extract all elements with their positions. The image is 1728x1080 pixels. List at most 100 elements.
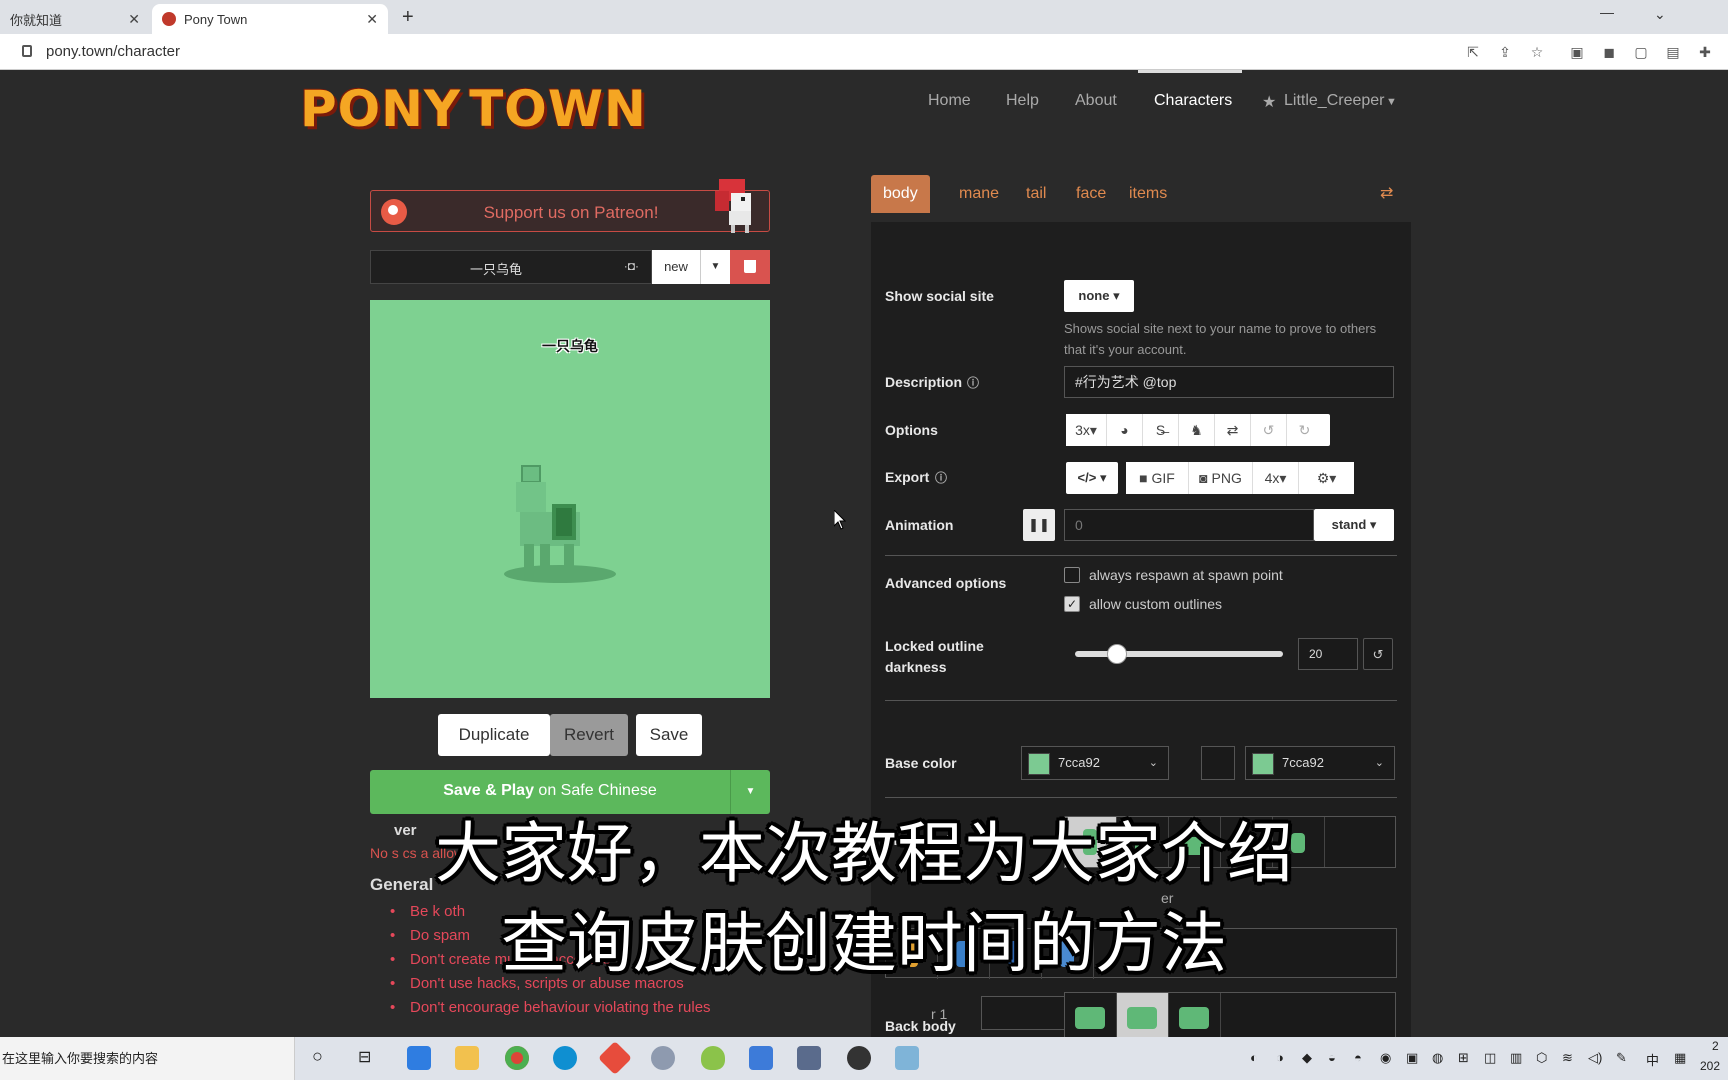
chrome-icon[interactable] bbox=[505, 1046, 529, 1070]
back-body-option[interactable] bbox=[1065, 993, 1117, 1038]
new-tab-icon[interactable]: + bbox=[402, 6, 414, 29]
info-icon[interactable]: ⓘ bbox=[967, 374, 979, 391]
clock-date[interactable]: 202 bbox=[1700, 1059, 1720, 1073]
extension-icon[interactable]: ◼ bbox=[1600, 43, 1618, 61]
close-tab-icon[interactable]: ✕ bbox=[128, 11, 140, 28]
info-icon[interactable]: ⓘ bbox=[935, 469, 947, 486]
pony-town-logo[interactable]: PONY TOWN bbox=[300, 76, 646, 142]
tray-icon[interactable]: ◑ bbox=[1276, 1050, 1284, 1065]
animation-mode-dropdown[interactable]: stand ▾ bbox=[1314, 509, 1394, 541]
pen-icon[interactable]: ✎ bbox=[1616, 1050, 1627, 1066]
outline-color-picker[interactable]: 7cca92 ⌄ bbox=[1245, 746, 1395, 780]
ime-indicator[interactable]: 中 bbox=[1646, 1050, 1659, 1069]
edge-icon[interactable] bbox=[553, 1046, 577, 1070]
nav-home[interactable]: Home bbox=[928, 92, 971, 110]
duplicate-button[interactable]: Duplicate bbox=[438, 714, 550, 756]
export-scale-dropdown[interactable]: 4x▾ bbox=[1252, 462, 1298, 494]
slider-thumb[interactable] bbox=[1106, 644, 1127, 664]
outline-color-toggle[interactable] bbox=[1201, 746, 1235, 780]
social-site-dropdown[interactable]: none ▾ bbox=[1064, 280, 1134, 312]
zoom-dropdown[interactable]: 3x▾ bbox=[1066, 414, 1106, 446]
tray-icon[interactable]: ◒ bbox=[1328, 1050, 1336, 1065]
tray-icon[interactable]: ◓ bbox=[1354, 1050, 1362, 1065]
minimize-icon[interactable]: — bbox=[1600, 4, 1614, 20]
new-character-dropdown-button[interactable]: ▼ bbox=[700, 250, 730, 284]
palette-icon[interactable]: ◕ bbox=[1106, 414, 1142, 446]
outline-darkness-input[interactable]: 20 bbox=[1298, 638, 1358, 670]
tab-body[interactable]: body bbox=[871, 175, 930, 213]
tab-mane[interactable]: mane bbox=[947, 175, 1011, 213]
extension-icon[interactable]: ▣ bbox=[1568, 43, 1586, 61]
extension-icon[interactable]: ▤ bbox=[1664, 43, 1682, 61]
app-icon[interactable] bbox=[651, 1046, 675, 1070]
extensions-puzzle-icon[interactable]: ✚ bbox=[1696, 43, 1714, 61]
extension-icon[interactable]: ▢ bbox=[1632, 43, 1650, 61]
patreon-button[interactable]: Support us on Patreon! bbox=[370, 179, 770, 233]
respawn-checkbox[interactable] bbox=[1064, 567, 1080, 583]
store-app-icon[interactable] bbox=[407, 1046, 431, 1070]
character-menu-icon[interactable]: ·◘· bbox=[624, 259, 639, 273]
lock-icon[interactable] bbox=[22, 45, 32, 57]
tray-icon[interactable]: ◉ bbox=[1380, 1050, 1391, 1066]
cortana-circle-icon[interactable]: ○ bbox=[312, 1046, 323, 1067]
tray-icon[interactable]: ⬡ bbox=[1536, 1050, 1547, 1066]
browser-tab-2[interactable]: Pony Town ✕ bbox=[152, 4, 388, 34]
redo-icon[interactable]: ↻ bbox=[1286, 414, 1322, 446]
share-icon[interactable]: ⇪ bbox=[1496, 43, 1514, 61]
taskbar-search-input[interactable]: 在这里输入你要搜索的内容 bbox=[0, 1037, 295, 1080]
description-input[interactable]: #行为艺术 @top bbox=[1064, 366, 1394, 398]
pause-button[interactable]: ❚❚ bbox=[1023, 509, 1055, 541]
nav-help[interactable]: Help bbox=[1006, 92, 1039, 110]
file-explorer-icon[interactable] bbox=[455, 1046, 479, 1070]
export-png-button[interactable]: ◙ PNG bbox=[1188, 462, 1252, 494]
revert-button[interactable]: Revert bbox=[550, 714, 628, 756]
keyboard-icon[interactable]: ▦ bbox=[1674, 1050, 1686, 1066]
custom-outlines-checkbox[interactable]: ✓ bbox=[1064, 596, 1080, 612]
tray-icon[interactable]: ▥ bbox=[1510, 1050, 1522, 1066]
task-view-icon[interactable]: ⊟ bbox=[358, 1047, 371, 1067]
back-body-option[interactable] bbox=[1117, 993, 1169, 1038]
tray-icon[interactable]: ⊞ bbox=[1458, 1050, 1469, 1066]
reset-icon[interactable]: ↺ bbox=[1363, 638, 1393, 670]
browser-tab-1[interactable]: 你就知道 ✕ bbox=[0, 4, 150, 34]
swap-icon[interactable]: ⇄ bbox=[1380, 183, 1393, 203]
app-icon[interactable] bbox=[701, 1046, 725, 1070]
app-icon[interactable] bbox=[749, 1046, 773, 1070]
nav-about[interactable]: About bbox=[1075, 92, 1117, 110]
animation-frame-input[interactable]: 0 bbox=[1064, 509, 1314, 541]
embed-code-dropdown[interactable]: </> ▾ bbox=[1066, 462, 1118, 494]
export-gif-button[interactable]: ■ GIF bbox=[1126, 462, 1188, 494]
close-tab-icon[interactable]: ✕ bbox=[366, 11, 378, 28]
new-character-button[interactable]: new bbox=[652, 250, 700, 284]
base-color-picker[interactable]: 7cca92 ⌄ bbox=[1021, 746, 1169, 780]
clock-time[interactable]: 2 bbox=[1712, 1039, 1719, 1053]
tab-face[interactable]: face bbox=[1064, 175, 1118, 213]
wifi-icon[interactable]: ≋ bbox=[1562, 1050, 1573, 1066]
app-icon[interactable] bbox=[598, 1041, 632, 1075]
delete-character-button[interactable] bbox=[730, 250, 770, 284]
tray-icon[interactable]: ◫ bbox=[1484, 1050, 1496, 1066]
strikethrough-icon[interactable]: S̶ bbox=[1142, 414, 1178, 446]
tab-search-chevron-icon[interactable]: ⌄ bbox=[1654, 6, 1666, 23]
app-icon[interactable] bbox=[797, 1046, 821, 1070]
swap-arrows-icon[interactable]: ⇄ bbox=[1214, 414, 1250, 446]
save-button[interactable]: Save bbox=[636, 714, 702, 756]
tray-icon[interactable]: ◐ bbox=[1250, 1050, 1258, 1065]
obs-icon[interactable] bbox=[847, 1046, 871, 1070]
nav-user-menu[interactable]: Little_Creeper bbox=[1284, 92, 1385, 110]
undo-icon[interactable]: ↺ bbox=[1250, 414, 1286, 446]
tab-tail[interactable]: tail bbox=[1014, 175, 1058, 213]
bookmark-star-icon[interactable]: ☆ bbox=[1528, 43, 1546, 61]
tray-icon[interactable]: ▣ bbox=[1406, 1050, 1418, 1066]
app-icon[interactable] bbox=[895, 1046, 919, 1070]
back-body-option[interactable] bbox=[1169, 993, 1221, 1038]
tab-items[interactable]: items bbox=[1117, 175, 1179, 213]
nav-characters[interactable]: Characters bbox=[1154, 92, 1232, 110]
character-select[interactable]: 一只乌龟 ·◘· bbox=[370, 250, 652, 284]
open-external-icon[interactable]: ⇱ bbox=[1464, 43, 1482, 61]
tray-icon[interactable]: ◍ bbox=[1432, 1050, 1443, 1066]
horse-head-icon[interactable]: ♞ bbox=[1178, 414, 1214, 446]
volume-icon[interactable]: ◁) bbox=[1588, 1050, 1602, 1066]
tray-icon[interactable]: ◆ bbox=[1302, 1050, 1312, 1066]
export-settings-gear-icon[interactable]: ⚙▾ bbox=[1298, 462, 1354, 494]
